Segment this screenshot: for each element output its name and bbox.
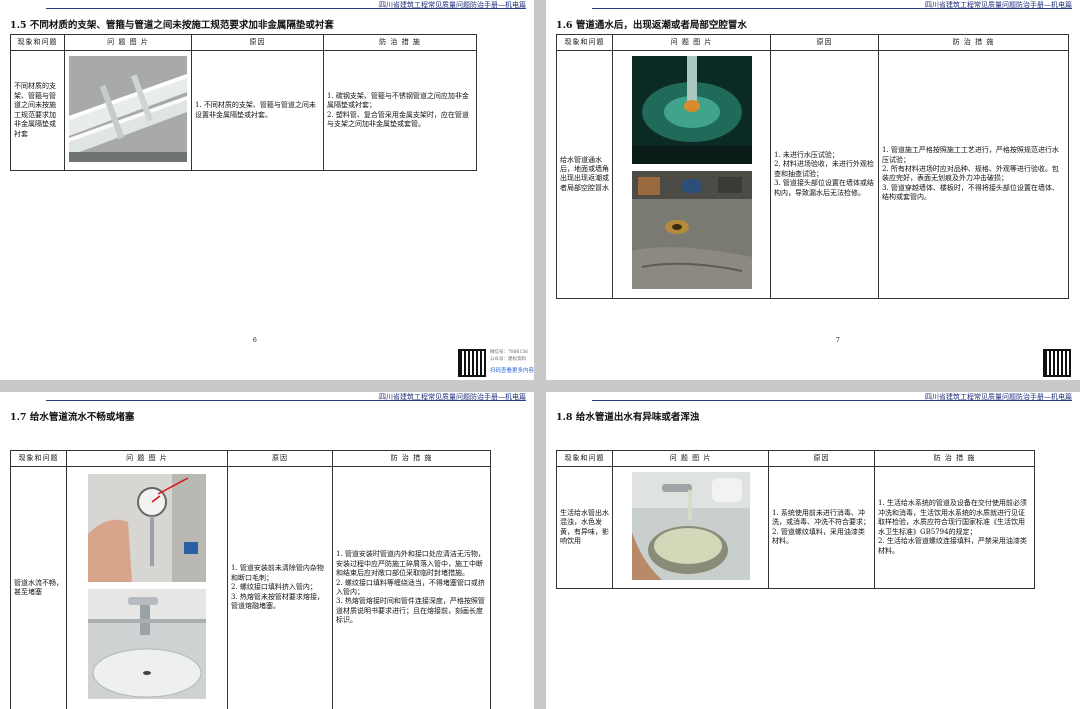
cause-cell: 1. 系统使用前未进行消毒、冲洗，或消毒、冲洗不符合要求； 2. 管道螺纹填料，… xyxy=(768,465,875,590)
header-rule xyxy=(592,400,1072,401)
measures-cell: 1. 管道施工严格按照施工工艺进行，严格按照规范进行水压试验； 2. 所有材料进… xyxy=(878,50,1069,299)
document-page-6: 四川省建筑工程常见质量问题防治手册—机电篇 1.5 不同材质的支架、管箍与管道之… xyxy=(0,0,534,380)
faucet-photo xyxy=(88,589,206,699)
phenomenon-cell: 不同材质的支架、管箍与管道之间未按施工规范要求加非金属隔垫或衬套 xyxy=(10,49,65,172)
qr-link-text[interactable]: 扫码查看更多内容 xyxy=(490,366,534,374)
section-title: 1.6 管道通水后，出现返潮或者局部空腔冒水 xyxy=(556,20,747,31)
phenomenon-cell: 生活给水管出水混浊，水色发黄，有异味，影响饮用 xyxy=(556,465,613,590)
qr-caption-2: 公众号：建标资料 xyxy=(490,357,526,362)
col-header-cause: 原因 xyxy=(227,450,333,467)
phenomenon-cell: 给水管道通水后，地面或墙角出现出现返潮或者局部空腔冒水 xyxy=(556,50,613,299)
col-header-phenomenon: 现象和问题 xyxy=(556,450,613,467)
pipe-bracket-photo xyxy=(69,56,187,162)
col-header-measures: 防 治 措 施 xyxy=(332,450,491,467)
col-header-measures: 防 治 措 施 xyxy=(878,34,1069,51)
cause-cell: 1. 不同材质的支架、管箍与管道之间未设置非金属隔垫或衬套。 xyxy=(191,49,324,172)
defect-table: 现象和问题 问 题 图 片 原因 防 治 措 施 管道水流不畅，甚至堵塞 1. … xyxy=(10,450,491,709)
leak-photo-bottom xyxy=(631,171,752,290)
section-title: 1.8 给水管道出水有异味或者浑浊 xyxy=(556,412,700,423)
col-header-measures: 防 治 措 施 xyxy=(323,34,477,51)
photo-cell xyxy=(64,49,192,172)
header-rule xyxy=(46,8,526,9)
defect-table: 现象和问题 问 题 图 片 原因 防 治 措 施 生活给水管出水混浊，水色发黄，… xyxy=(556,450,1035,590)
qr-code xyxy=(458,349,486,377)
measures-cell: 1. 管道安装时管道内外和接口处应清洁无污物，安装过程中应严防施工碎屑落入管中，… xyxy=(332,466,491,709)
col-header-cause: 原因 xyxy=(768,450,875,467)
photo-cell xyxy=(612,50,771,299)
thermometer-photo xyxy=(88,473,206,582)
cause-cell: 1. 管道安装前未清除管内杂物和断口毛刺； 2. 螺纹接口填料挤入管内； 3. … xyxy=(227,466,333,709)
qr-code xyxy=(1043,349,1071,377)
col-header-phenomenon: 现象和问题 xyxy=(556,34,613,51)
header-rule xyxy=(592,8,1072,9)
leak-photo-top xyxy=(631,56,752,164)
cause-cell: 1. 未进行水压试验； 2. 材料进场验收，未进行外观检查和抽查试验； 3. 管… xyxy=(770,50,879,299)
col-header-photo: 问 题 图 片 xyxy=(612,34,771,51)
section-title: 1.5 不同材质的支架、管箍与管道之间未按施工规范要求加非金属隔垫或衬套 xyxy=(10,20,334,31)
document-page-9: 四川省建筑工程常见质量问题防治手册—机电篇 1.8 给水管道出水有异味或者浑浊 … xyxy=(546,392,1080,709)
photo-cell xyxy=(66,466,228,709)
col-header-measures: 防 治 措 施 xyxy=(874,450,1035,467)
col-header-cause: 原因 xyxy=(770,34,879,51)
col-header-photo: 问 题 图 片 xyxy=(612,450,769,467)
col-header-photo: 问 题 图 片 xyxy=(66,450,228,467)
document-page-7: 四川省建筑工程常见质量问题防治手册—机电篇 1.6 管道通水后，出现返潮或者局部… xyxy=(546,0,1080,380)
measures-cell: 1. 生活给水系统的管道及设备在交付使用前必须冲洗和消毒，生活饮用水系统的水质就… xyxy=(874,465,1035,590)
defect-table: 现象和问题 问 题 图 片 原因 防 治 措 施 不同材质的支架、管箍与管道之间… xyxy=(10,34,477,172)
section-title: 1.7 给水管道流水不畅或堵塞 xyxy=(10,412,135,423)
col-header-phenomenon: 现象和问题 xyxy=(10,34,65,51)
page-number: 7 xyxy=(836,337,840,344)
phenomenon-cell: 管道水流不畅，甚至堵塞 xyxy=(10,466,67,709)
col-header-phenomenon: 现象和问题 xyxy=(10,450,67,467)
turbid-water-photo xyxy=(631,472,750,580)
qr-caption-1: 微信号：7886156 xyxy=(490,350,529,355)
defect-table: 现象和问题 问 题 图 片 原因 防 治 措 施 给水管道通水后，地面或墙角出现… xyxy=(556,34,1069,299)
page-number: 6 xyxy=(253,337,257,344)
measures-cell: 1. 碳钢支架、管箍与不锈钢管道之间应加非金属隔垫或衬套； 2. 塑料管、复合管… xyxy=(323,49,477,172)
header-rule xyxy=(46,400,526,401)
col-header-photo: 问 题 图 片 xyxy=(64,34,192,51)
document-page-8: 四川省建筑工程常见质量问题防治手册—机电篇 1.7 给水管道流水不畅或堵塞 现象… xyxy=(0,392,534,709)
photo-cell xyxy=(612,465,769,590)
col-header-cause: 原因 xyxy=(191,34,324,51)
